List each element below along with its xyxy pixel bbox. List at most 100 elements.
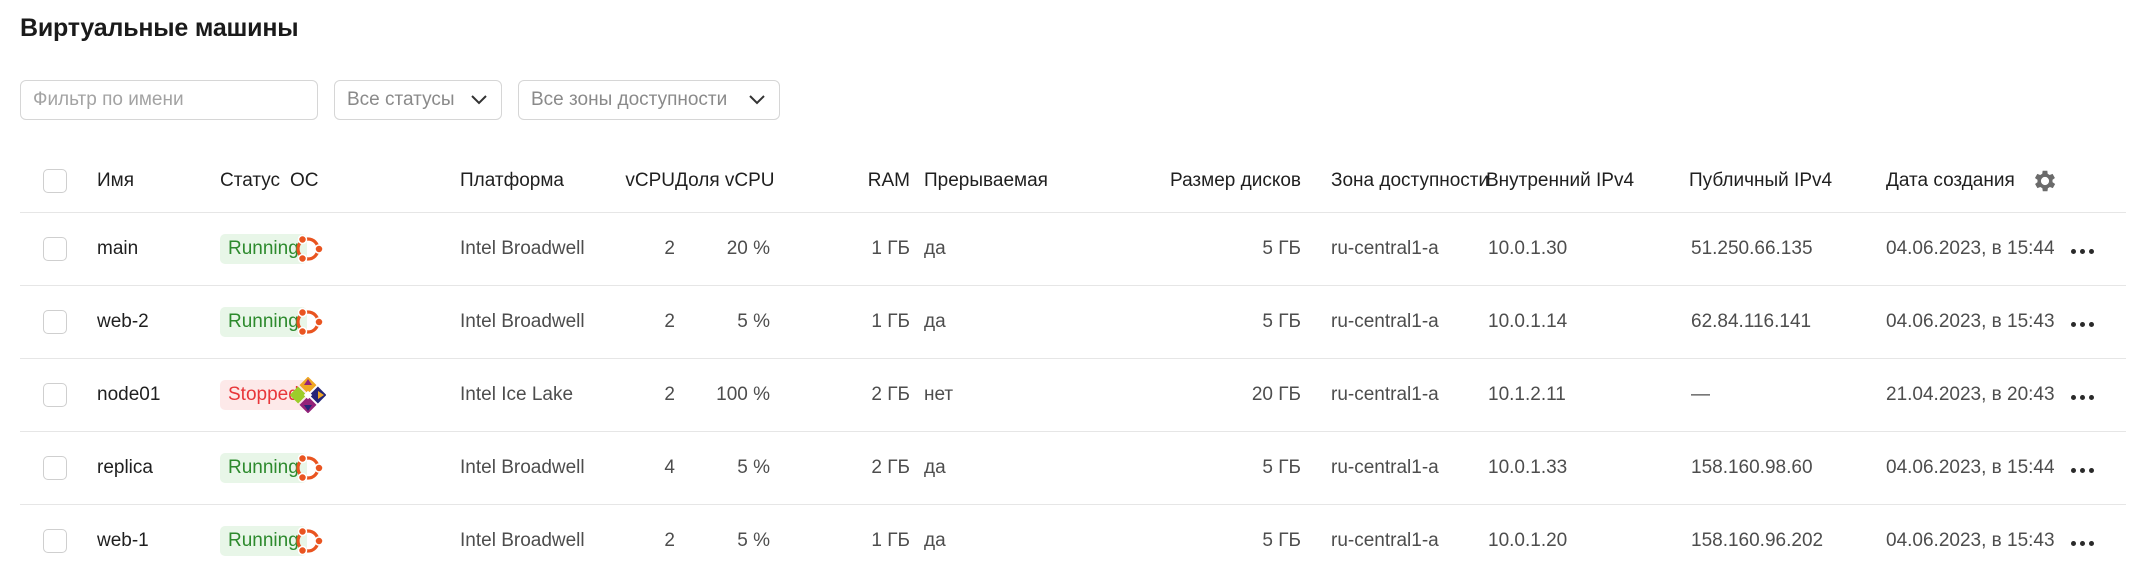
internal-ip: 10.0.1.30 xyxy=(1486,213,1684,286)
column-header-platform[interactable]: Платформа xyxy=(460,150,530,213)
vm-name[interactable]: web-1 xyxy=(97,505,220,577)
ubuntu-icon xyxy=(290,523,326,559)
ram: 1 ГБ xyxy=(770,505,910,577)
ram: 1 ГБ xyxy=(770,286,910,359)
chevron-down-icon xyxy=(747,90,767,110)
vm-table-body: main Running Intel Broadwell 2 20 % 1 ГБ… xyxy=(20,213,2126,577)
table-row[interactable]: replica Running Intel Broadwell 4 5 % 2 … xyxy=(20,432,2126,505)
preemptible: нет xyxy=(910,359,1088,432)
column-header-disk-size[interactable]: Размер дисков xyxy=(1088,150,1301,213)
preemptible: да xyxy=(910,432,1088,505)
row-checkbox[interactable] xyxy=(43,383,67,407)
created-cell: 04.06.2023, в 15:44 xyxy=(1881,432,2126,505)
created-date: 04.06.2023, в 15:43 xyxy=(1886,311,2055,332)
vcpu-share: 5 % xyxy=(675,505,770,577)
zone: ru-central1-a xyxy=(1301,505,1486,577)
public-ip: 51.250.66.135 xyxy=(1684,213,1881,286)
table-row[interactable]: web-2 Running Intel Broadwell 2 5 % 1 ГБ… xyxy=(20,286,2126,359)
filters-bar: Все статусы Все зоны доступности xyxy=(20,80,780,122)
platform: Intel Broadwell xyxy=(460,213,530,286)
column-header-os[interactable]: ОС xyxy=(290,150,460,213)
ram: 1 ГБ xyxy=(770,213,910,286)
created-date: 04.06.2023, в 15:43 xyxy=(1886,530,2055,551)
name-filter-input[interactable] xyxy=(20,80,318,120)
select-all-cell xyxy=(20,150,97,213)
preemptible: да xyxy=(910,213,1088,286)
more-actions-icon[interactable] xyxy=(2071,249,2094,254)
column-header-created-label: Дата создания xyxy=(1886,170,2015,191)
column-header-name[interactable]: Имя xyxy=(97,150,220,213)
platform: Intel Broadwell xyxy=(460,432,530,505)
status-cell: Stopped xyxy=(220,359,290,432)
zone: ru-central1-a xyxy=(1301,359,1486,432)
column-header-ram[interactable]: RAM xyxy=(770,150,910,213)
more-actions-icon[interactable] xyxy=(2071,395,2094,400)
more-actions-icon[interactable] xyxy=(2071,468,2094,473)
internal-ip: 10.1.2.11 xyxy=(1486,359,1684,432)
status-cell: Running xyxy=(220,213,290,286)
os-cell xyxy=(290,359,460,432)
status-filter-label: Все статусы xyxy=(347,89,455,111)
column-header-created[interactable]: Дата создания xyxy=(1881,150,2126,213)
public-ip: 62.84.116.141 xyxy=(1684,286,1881,359)
os-cell xyxy=(290,432,460,505)
internal-ip: 10.0.1.33 xyxy=(1486,432,1684,505)
preemptible: да xyxy=(910,286,1088,359)
disk-size: 5 ГБ xyxy=(1088,286,1301,359)
table-row[interactable]: main Running Intel Broadwell 2 20 % 1 ГБ… xyxy=(20,213,2126,286)
more-actions-icon[interactable] xyxy=(2071,541,2094,546)
gear-icon[interactable] xyxy=(2031,167,2059,195)
vcpu-share: 5 % xyxy=(675,432,770,505)
vm-name[interactable]: node01 xyxy=(97,359,220,432)
ram: 2 ГБ xyxy=(770,432,910,505)
column-header-status[interactable]: Статус xyxy=(220,150,290,213)
column-header-zone[interactable]: Зона доступности xyxy=(1301,150,1486,213)
vcpu-share: 100 % xyxy=(675,359,770,432)
vm-name[interactable]: web-2 xyxy=(97,286,220,359)
row-checkbox[interactable] xyxy=(43,456,67,480)
column-header-internal-ip[interactable]: Внутренний IPv4 xyxy=(1486,150,1684,213)
os-cell xyxy=(290,286,460,359)
ubuntu-icon xyxy=(290,304,326,340)
ubuntu-icon xyxy=(290,450,326,486)
created-cell: 04.06.2023, в 15:44 xyxy=(1881,213,2126,286)
centos-icon xyxy=(290,377,326,413)
vm-table: Имя Статус ОС Платформа vCPU Доля vCPU R… xyxy=(20,150,2126,577)
disk-size: 20 ГБ xyxy=(1088,359,1301,432)
status-cell: Running xyxy=(220,432,290,505)
status-cell: Running xyxy=(220,505,290,577)
zone: ru-central1-a xyxy=(1301,432,1486,505)
disk-size: 5 ГБ xyxy=(1088,213,1301,286)
column-header-public-ip[interactable]: Публичный IPv4 xyxy=(1684,150,1881,213)
internal-ip: 10.0.1.14 xyxy=(1486,286,1684,359)
public-ip: 158.160.98.60 xyxy=(1684,432,1881,505)
created-cell: 21.04.2023, в 20:43 xyxy=(1881,359,2126,432)
platform: Intel Broadwell xyxy=(460,505,530,577)
public-ip: — xyxy=(1684,359,1881,432)
zone-filter-label: Все зоны доступности xyxy=(531,89,727,111)
table-row[interactable]: web-1 Running Intel Broadwell 2 5 % 1 ГБ… xyxy=(20,505,2126,577)
column-header-preemptible[interactable]: Прерываемая xyxy=(910,150,1088,213)
column-header-vcpu-share[interactable]: Доля vCPU xyxy=(675,150,770,213)
created-cell: 04.06.2023, в 15:43 xyxy=(1881,505,2126,577)
internal-ip: 10.0.1.20 xyxy=(1486,505,1684,577)
created-cell: 04.06.2023, в 15:43 xyxy=(1881,286,2126,359)
row-checkbox[interactable] xyxy=(43,310,67,334)
row-checkbox[interactable] xyxy=(43,237,67,261)
disk-size: 5 ГБ xyxy=(1088,505,1301,577)
table-header-row: Имя Статус ОС Платформа vCPU Доля vCPU R… xyxy=(20,150,2126,213)
row-checkbox[interactable] xyxy=(43,529,67,553)
zone-filter-select[interactable]: Все зоны доступности xyxy=(518,80,780,120)
page-title: Виртуальные машины xyxy=(20,14,298,43)
more-actions-icon[interactable] xyxy=(2071,322,2094,327)
os-cell xyxy=(290,213,460,286)
vm-name[interactable]: replica xyxy=(97,432,220,505)
public-ip: 158.160.96.202 xyxy=(1684,505,1881,577)
vm-name[interactable]: main xyxy=(97,213,220,286)
os-cell xyxy=(290,505,460,577)
select-all-checkbox[interactable] xyxy=(43,169,67,193)
status-filter-select[interactable]: Все статусы xyxy=(334,80,502,120)
vcpu-share: 20 % xyxy=(675,213,770,286)
table-row[interactable]: node01 Stopped Intel Ice Lake 2 100 % 2 … xyxy=(20,359,2126,432)
zone: ru-central1-a xyxy=(1301,286,1486,359)
